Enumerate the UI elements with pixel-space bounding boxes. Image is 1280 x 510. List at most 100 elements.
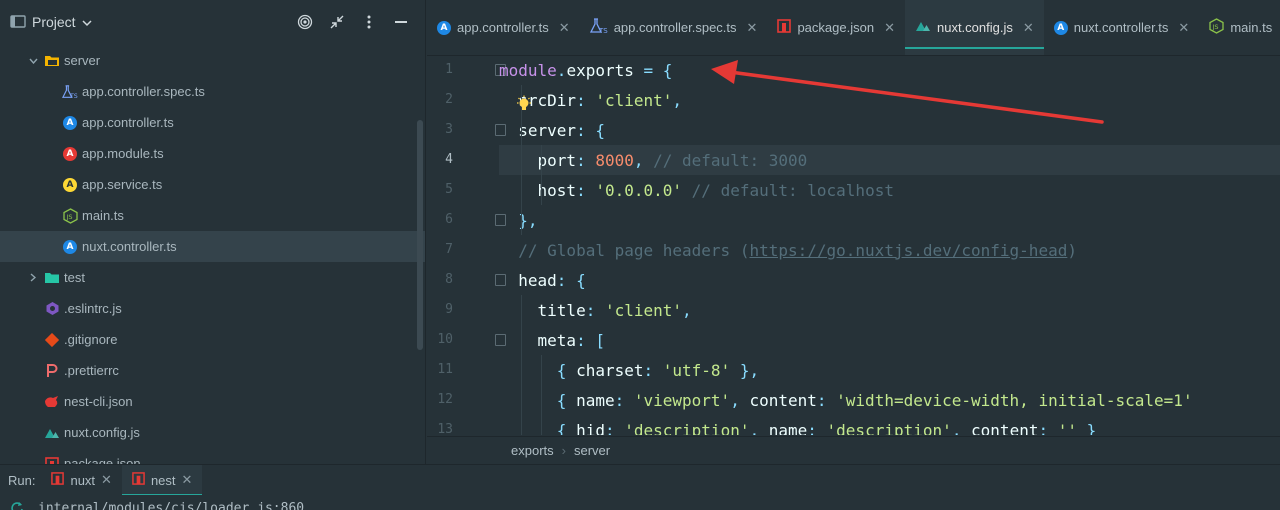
code-line[interactable]: // Global page headers (https://go.nuxtj… bbox=[499, 235, 1077, 265]
tree-item-nuxt-controller[interactable]: A nuxt.controller.ts bbox=[0, 231, 425, 262]
project-scrollbar[interactable] bbox=[417, 120, 423, 350]
line-number: 5 bbox=[445, 182, 453, 197]
tree-item-nest-cli[interactable]: nest-cli.json bbox=[0, 386, 425, 417]
code-line[interactable]: meta: [ bbox=[499, 325, 605, 355]
tab-nuxt-config[interactable]: nuxt.config.js ✕ bbox=[904, 0, 1044, 55]
chevron-down-icon[interactable] bbox=[26, 58, 40, 64]
code-line[interactable]: title: 'client', bbox=[499, 295, 692, 325]
code-line[interactable]: { charset: 'utf-8' }, bbox=[499, 355, 759, 385]
tab-app-controller-spec[interactable]: TS app.controller.spec.ts ✕ bbox=[580, 0, 768, 55]
code-token: }, bbox=[499, 210, 538, 230]
tree-item-server[interactable]: server bbox=[0, 45, 425, 76]
code-token: 'viewport' bbox=[633, 390, 731, 410]
tab-label: main.ts bbox=[1230, 20, 1273, 35]
run-console[interactable]: internal/modules/cjs/loader.js:860 bbox=[0, 495, 1280, 510]
code-line[interactable]: host: '0.0.0.0' // default: localhost bbox=[499, 175, 894, 205]
tree-item-main[interactable]: JS main.ts bbox=[0, 200, 425, 231]
lightbulb-icon[interactable] bbox=[515, 95, 533, 113]
code-token: : { bbox=[576, 120, 605, 140]
code-token: '' bbox=[1057, 420, 1077, 436]
code-line[interactable]: port: 8000, // default: 3000 bbox=[499, 145, 1280, 175]
nest-service-icon: A bbox=[62, 177, 78, 193]
rerun-icon[interactable] bbox=[10, 501, 24, 510]
svg-text:JS: JS bbox=[1212, 23, 1219, 31]
code-token: : bbox=[1038, 420, 1058, 436]
code-token: ) bbox=[1067, 240, 1077, 260]
close-icon[interactable]: ✕ bbox=[1023, 20, 1034, 36]
tree-item-label: server bbox=[64, 53, 101, 68]
code-token: // default: localhost bbox=[691, 180, 894, 200]
locate-target-icon[interactable] bbox=[289, 10, 321, 34]
project-panel: Project server TS app.controller.spec.ts… bbox=[0, 0, 426, 464]
close-icon[interactable]: ✕ bbox=[559, 20, 570, 36]
tab-package-json[interactable]: package.json ✕ bbox=[767, 0, 905, 55]
code-token: hid bbox=[576, 420, 605, 436]
run-tab-nuxt[interactable]: nuxt ✕ bbox=[41, 465, 121, 496]
run-tab-label: nest bbox=[150, 472, 176, 488]
tree-item-nuxt-config[interactable]: nuxt.config.js bbox=[0, 417, 425, 448]
tab-app-controller[interactable]: A app.controller.ts ✕ bbox=[427, 0, 580, 55]
tree-item-gitignore[interactable]: .gitignore bbox=[0, 324, 425, 355]
close-icon[interactable]: ✕ bbox=[101, 472, 112, 488]
code-line[interactable]: { hid: 'description', name: 'description… bbox=[499, 415, 1096, 436]
code-token: srcDir bbox=[499, 90, 577, 110]
line-number-gutter: 1 2 3 4 5 6 7 8 9 10 11 12 13 bbox=[427, 55, 506, 437]
tab-nuxt-controller[interactable]: A nuxt.controller.ts ✕ bbox=[1044, 0, 1200, 55]
collapse-all-icon[interactable] bbox=[321, 10, 353, 34]
tree-item-label: app.module.ts bbox=[82, 146, 164, 161]
code-line[interactable]: head: { bbox=[499, 265, 585, 295]
tree-item-app-service[interactable]: A app.service.ts bbox=[0, 169, 425, 200]
tree-item-app-controller-spec[interactable]: TS app.controller.spec.ts bbox=[0, 76, 425, 107]
nuxt-icon bbox=[44, 425, 60, 441]
tree-item-package-json[interactable]: package.json bbox=[0, 448, 425, 464]
tree-item-app-module[interactable]: A app.module.ts bbox=[0, 138, 425, 169]
breadcrumb-item[interactable]: server bbox=[574, 443, 610, 458]
tree-item-eslintrc[interactable]: .eslintrc.js bbox=[0, 293, 425, 324]
code-line[interactable]: }, bbox=[499, 205, 538, 235]
code-token: name bbox=[768, 420, 808, 436]
code-token: content bbox=[971, 420, 1039, 436]
code-token: head bbox=[499, 270, 557, 290]
tree-item-app-controller[interactable]: A app.controller.ts bbox=[0, 107, 425, 138]
tree-item-label: .prettierrc bbox=[64, 363, 119, 378]
close-icon[interactable]: ✕ bbox=[182, 472, 193, 488]
tree-item-prettierrc[interactable]: .prettierrc bbox=[0, 355, 425, 386]
chevron-right-icon[interactable] bbox=[26, 273, 40, 282]
code-token: . bbox=[556, 60, 567, 80]
code-token: , bbox=[633, 150, 654, 170]
code-token: : bbox=[816, 390, 837, 410]
code-line[interactable]: server: { bbox=[499, 115, 605, 145]
close-icon[interactable]: ✕ bbox=[884, 20, 895, 36]
tree-item-test[interactable]: test bbox=[0, 262, 425, 293]
code-line[interactable]: module. exports = { bbox=[499, 55, 672, 85]
code-token: server bbox=[499, 120, 577, 140]
chevron-down-icon bbox=[82, 14, 92, 30]
tree-item-label: main.ts bbox=[82, 208, 124, 223]
close-icon[interactable]: ✕ bbox=[1178, 20, 1189, 36]
code-token: charset bbox=[576, 360, 644, 380]
code-token: '0.0.0.0' bbox=[595, 180, 683, 200]
project-view-selector[interactable]: Project bbox=[10, 14, 92, 31]
line-number: 7 bbox=[445, 242, 453, 257]
code-token: { bbox=[499, 360, 577, 380]
tree-item-label: app.controller.spec.ts bbox=[82, 84, 205, 99]
breadcrumb-item[interactable]: exports bbox=[511, 443, 554, 458]
close-icon[interactable]: ✕ bbox=[747, 20, 758, 36]
indent-guide bbox=[541, 145, 542, 205]
test-flask-icon: TS bbox=[62, 84, 78, 100]
line-number: 8 bbox=[445, 272, 453, 287]
project-panel-title: Project bbox=[32, 14, 76, 30]
code-token: module bbox=[499, 60, 557, 80]
code-token: : bbox=[643, 360, 663, 380]
more-options-icon[interactable] bbox=[353, 10, 385, 34]
tab-main[interactable]: JS main.ts ✕ bbox=[1199, 0, 1280, 55]
code-editor[interactable]: module. exports = { srcDir: 'client', ser… bbox=[499, 55, 1280, 435]
run-tab-nest[interactable]: nest ✕ bbox=[121, 464, 203, 496]
code-token: : bbox=[807, 420, 827, 436]
code-token: https://go.nuxtjs.dev/config-head bbox=[749, 240, 1068, 260]
minimize-icon[interactable] bbox=[385, 10, 417, 34]
code-token: : bbox=[576, 150, 596, 170]
tab-label: app.controller.spec.ts bbox=[613, 20, 737, 35]
code-line[interactable]: { name: 'viewport', content: 'width=devi… bbox=[499, 385, 1193, 415]
